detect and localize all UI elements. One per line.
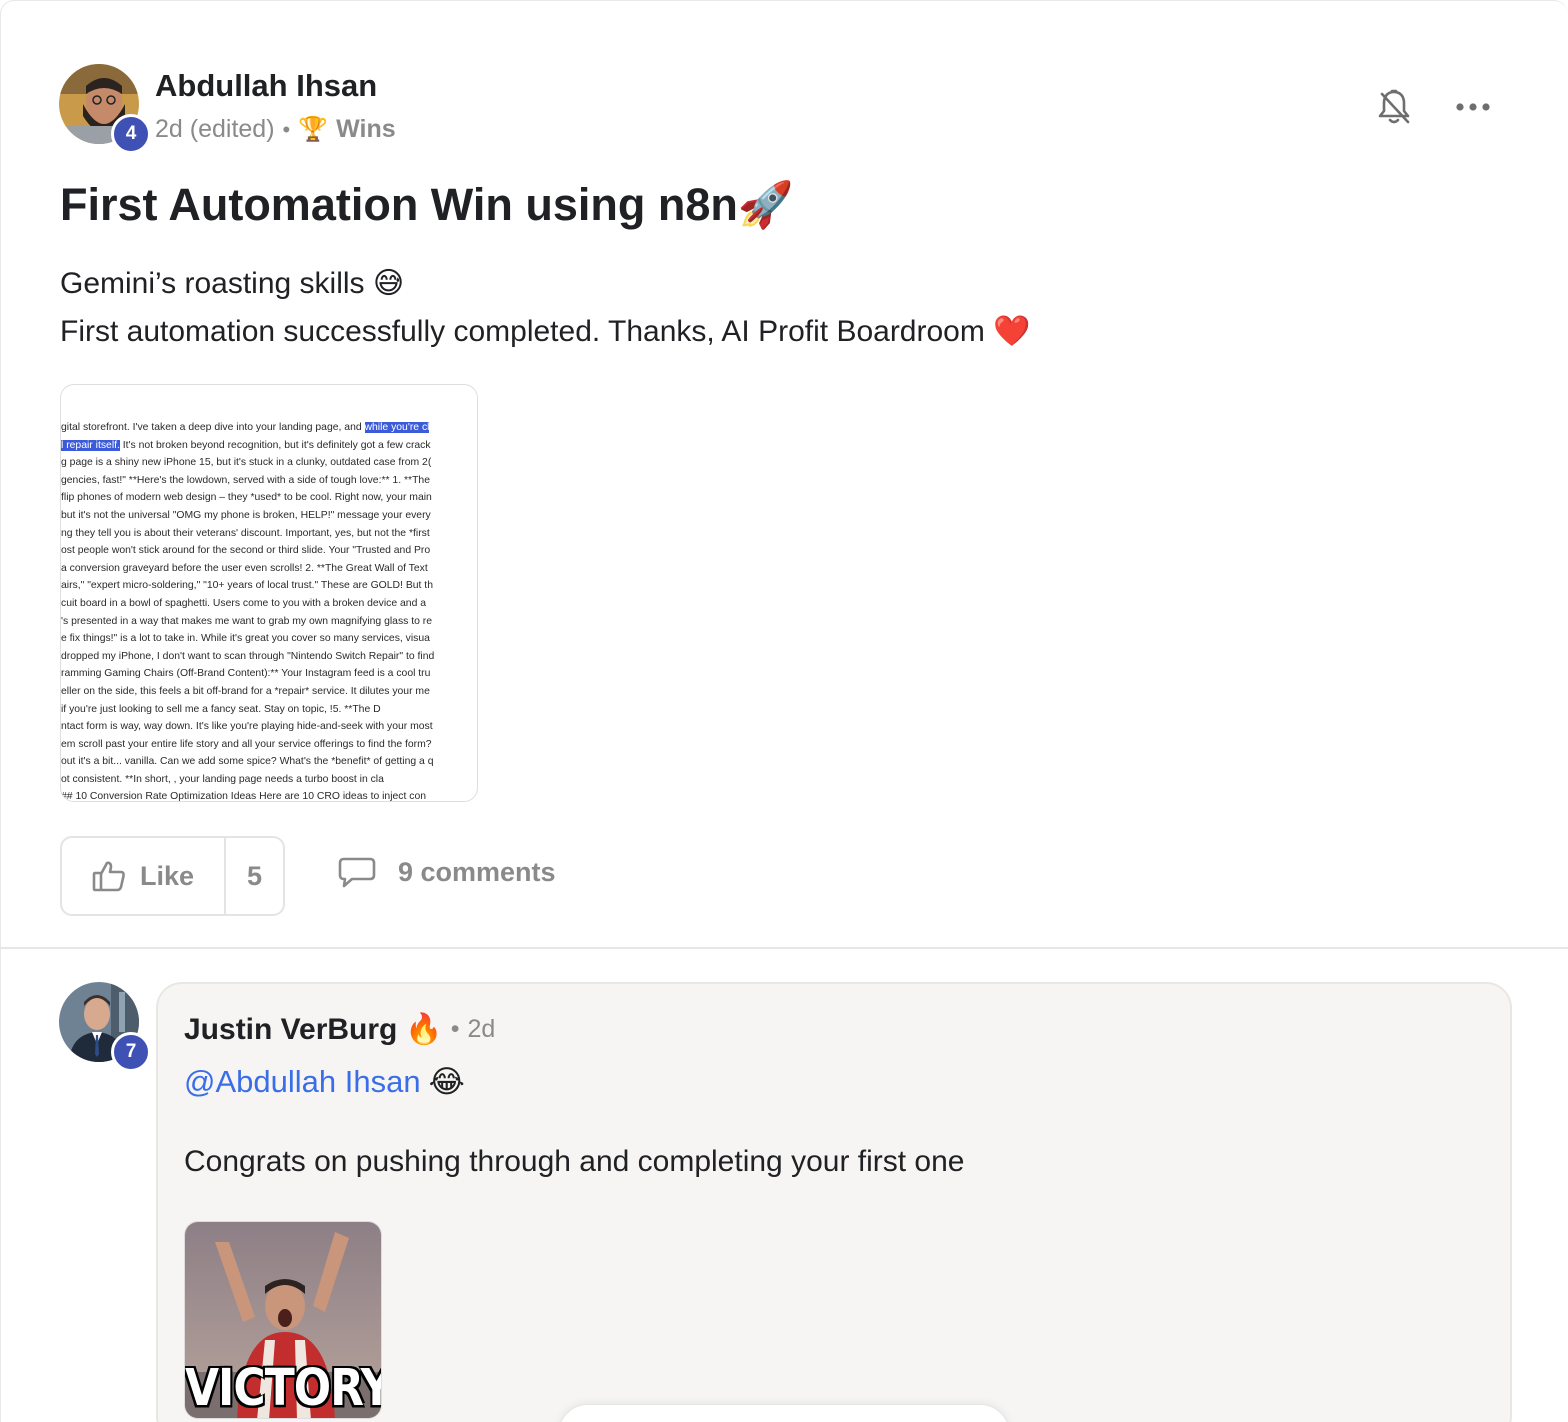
attachment-line: if you're just looking to sell me a fanc… [61, 703, 381, 715]
attachment-highlight: l repair itself. [61, 439, 120, 451]
attachment-line: ng they tell you is about their veterans… [61, 527, 430, 539]
attachment-line: eller on the side, this feels a bit off-… [61, 685, 430, 697]
post-time: 2d (edited) [155, 115, 275, 143]
post-body-line: Gemini’s roasting skills 😅 [60, 267, 405, 300]
attachment-line: e fix things!" is a lot to take in. Whil… [61, 633, 430, 645]
post-category[interactable]: Wins [336, 115, 396, 144]
attachment-line: l repair itself. It's not broken beyond … [61, 439, 431, 451]
attachment-line: airs," "expert micro-soldering," "10+ ye… [61, 580, 433, 592]
like-button[interactable]: Like [62, 838, 224, 914]
meta-separator: • [282, 116, 291, 142]
attachment-line: a conversion graveyard before the user e… [61, 562, 428, 574]
like-count[interactable]: 5 [224, 838, 283, 914]
gif-caption: VICTORY [185, 1359, 382, 1418]
bell-off-icon[interactable] [1372, 85, 1416, 129]
level-badge: 7 [111, 1032, 151, 1072]
comment-time: 2d [467, 1015, 496, 1043]
attachment-document-text: gital storefront. I've taken a deep dive… [61, 419, 477, 802]
post-meta: 2d (edited) • 🏆 Wins [155, 115, 396, 144]
comment-separator: • [450, 1015, 460, 1043]
laughing-emoji-icon: 😂 [428, 1064, 465, 1099]
attachment-line: ## 10 Conversion Rate Optimization Ideas… [61, 791, 427, 802]
comment-author-avatar[interactable]: 7 [59, 982, 151, 1072]
post-body-line: First automation successfully completed.… [60, 315, 1031, 348]
attachment-line: g page is a shiny new iPhone 15, but it'… [61, 457, 432, 469]
like-label: Like [139, 860, 195, 891]
comment-bubble-icon [338, 857, 376, 888]
comments-count-label: 9 comments [398, 856, 556, 887]
attachment-line: dropped my iPhone, I don't want to scan … [61, 650, 435, 662]
bottom-floating-bar[interactable] [558, 1404, 1010, 1422]
comments-link[interactable]: 9 comments [338, 856, 556, 888]
like-control: Like 5 [60, 836, 285, 916]
level-badge: 4 [111, 114, 151, 154]
comment-author-name[interactable]: Justin VerBurg [184, 1013, 397, 1047]
comment-mention-line: @Abdullah Ihsan 😂 [184, 1064, 465, 1100]
attachment-line: ot consistent. **In short, , your landin… [61, 773, 384, 785]
attachment-line: out it's a bit... vanilla. Can we add so… [61, 756, 434, 768]
post-body: Gemini’s roasting skills 😅 First automat… [60, 260, 1031, 356]
attachment-line: em scroll past your entire life story an… [61, 738, 432, 750]
fire-badge-icon: 🔥 [405, 1013, 443, 1046]
attachment-highlight: while you're cl [364, 422, 430, 433]
thumbs-up-icon [92, 861, 125, 892]
post-author-name[interactable]: Abdullah Ihsan [155, 68, 377, 104]
post-attachment-image[interactable]: gital storefront. I've taken a deep dive… [60, 384, 478, 802]
comment-text: Congrats on pushing through and completi… [184, 1145, 965, 1178]
comment-gif-image[interactable]: VICTORY [184, 1221, 382, 1419]
attachment-line: gital storefront. I've taken a deep dive… [61, 422, 430, 433]
divider [0, 947, 1568, 949]
attachment-line: flip phones of modern web design – they … [61, 492, 432, 504]
attachment-line: ost people won't stick around for the se… [61, 545, 431, 557]
comment-header: Justin VerBurg 🔥 • 2d [184, 1012, 495, 1047]
attachment-line: ramming Gaming Chairs (Off-Brand Content… [61, 668, 431, 680]
more-horizontal-icon[interactable] [1451, 85, 1495, 129]
attachment-line: gencies, fast!" **Here's the lowdown, se… [61, 474, 430, 486]
attachment-line: ntact form is way, way down. It's like y… [61, 721, 433, 733]
mention-link[interactable]: @Abdullah Ihsan [184, 1064, 421, 1100]
post-author-avatar[interactable]: 4 [59, 64, 151, 154]
trophy-icon: 🏆 [298, 116, 329, 143]
attachment-line: 's presented in a way that makes me want… [61, 615, 433, 627]
attachment-line: cuit board in a bowl of spaghetti. Users… [61, 597, 427, 609]
attachment-line: but it's not the universal "OMG my phone… [61, 509, 431, 521]
post-title: First Automation Win using n8n🚀 [60, 179, 794, 230]
